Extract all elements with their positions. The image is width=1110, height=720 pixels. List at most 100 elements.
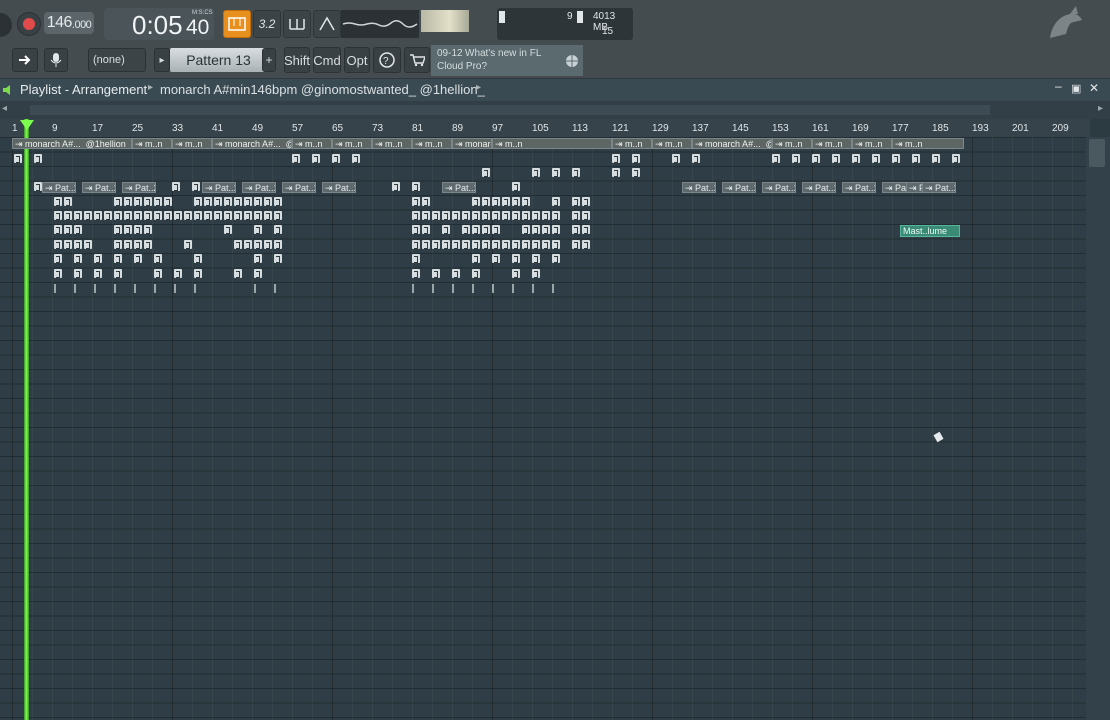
pattern-block[interactable] (124, 240, 132, 249)
pattern-marker[interactable] (472, 284, 474, 293)
pattern-block[interactable] (472, 254, 480, 263)
pattern-block[interactable] (392, 182, 400, 191)
pattern-block[interactable] (74, 240, 82, 249)
audio-clip[interactable]: ⇥ m..n_ (812, 138, 852, 149)
pattern-block[interactable] (54, 254, 62, 263)
pattern-clip[interactable]: ⇥ Pat..2 (122, 182, 156, 193)
pattern-block[interactable] (532, 168, 540, 177)
maximize-icon[interactable]: ▣ (1071, 82, 1081, 95)
pattern-block[interactable] (492, 240, 500, 249)
pattern-block[interactable] (542, 225, 550, 234)
pattern-block[interactable] (472, 269, 480, 278)
audio-clip[interactable]: ⇥ m..n_ (892, 138, 964, 149)
pattern-block[interactable] (254, 254, 262, 263)
pattern-block[interactable] (412, 254, 420, 263)
pattern-block[interactable] (422, 211, 430, 220)
pattern-block[interactable] (582, 211, 590, 220)
pattern-block[interactable] (64, 225, 72, 234)
pattern-block[interactable] (234, 240, 242, 249)
pattern-block[interactable] (422, 197, 430, 206)
pattern-block[interactable] (104, 211, 112, 220)
assistant-button[interactable]: ? (373, 47, 401, 73)
pattern-block[interactable] (194, 197, 202, 206)
pattern-block[interactable] (452, 269, 460, 278)
audio-clip[interactable]: ⇥ m..n_ (852, 138, 892, 149)
pattern-block[interactable] (672, 154, 680, 163)
audio-clip[interactable]: ⇥ monarch A#..._@1hellion_ (452, 138, 492, 149)
pattern-block[interactable] (852, 154, 860, 163)
pattern-block[interactable] (244, 197, 252, 206)
pattern-block[interactable] (932, 154, 940, 163)
pattern-clip[interactable]: ⇥ Pat..1 (202, 182, 236, 193)
pattern-block[interactable] (74, 225, 82, 234)
audio-clip[interactable]: ⇥ m..n_ (292, 138, 332, 149)
timeline-ruler[interactable]: 1 9 17 25 33 41 49 57 65 73 81 89 97 105 113 121 129 137 1… (0, 119, 1090, 137)
pattern-block[interactable] (94, 254, 102, 263)
pattern-block[interactable] (632, 154, 640, 163)
pattern-block[interactable] (224, 211, 232, 220)
pattern-block[interactable] (124, 225, 132, 234)
pattern-marker[interactable] (114, 284, 116, 293)
pattern-marker[interactable] (512, 284, 514, 293)
pattern-marker[interactable] (74, 284, 76, 293)
news-panel[interactable]: 09-12 What's new in FL Cloud Pro? (431, 45, 583, 76)
pattern-block[interactable] (164, 197, 172, 206)
pattern-marker[interactable] (274, 284, 276, 293)
playlist-titlebar[interactable]: Playlist - Arrangement ▸ monarch A#min14… (0, 79, 1110, 101)
pattern-clip[interactable]: ⇥ Pat..1 (42, 182, 76, 193)
pattern-block[interactable] (224, 197, 232, 206)
pattern-clip[interactable]: ⇥ Pat..1 (82, 182, 116, 193)
pattern-block[interactable] (552, 211, 560, 220)
pattern-block[interactable] (812, 154, 820, 163)
record-button[interactable] (17, 12, 41, 36)
audio-clip[interactable]: ⇥ monarch A#..._@1hellion_ (12, 138, 132, 149)
pattern-block[interactable] (512, 269, 520, 278)
pattern-block[interactable] (532, 211, 540, 220)
pattern-block[interactable] (442, 240, 450, 249)
pattern-block[interactable] (144, 197, 152, 206)
pattern-marker[interactable] (54, 284, 56, 293)
pattern-block[interactable] (552, 225, 560, 234)
audio-clip[interactable]: ⇥ m..n_ (332, 138, 372, 149)
pattern-block[interactable] (254, 240, 262, 249)
pattern-block[interactable] (572, 225, 580, 234)
pattern-block[interactable] (512, 197, 520, 206)
pattern-block[interactable] (144, 240, 152, 249)
pattern-clip[interactable]: ⇥ Pat..1 (802, 182, 836, 193)
pattern-block[interactable] (184, 240, 192, 249)
pattern-block[interactable] (164, 211, 172, 220)
pattern-block[interactable] (74, 254, 82, 263)
vertical-scroll-handle[interactable] (1089, 139, 1105, 167)
pattern-block[interactable] (114, 197, 122, 206)
pattern-block[interactable] (522, 197, 530, 206)
overview-scrollbar[interactable]: ◂ ▸ (0, 101, 1110, 119)
audio-clip[interactable]: ⇥ m..n_ (652, 138, 692, 149)
pattern-block[interactable] (84, 240, 92, 249)
overview-handle[interactable] (30, 105, 990, 115)
pattern-block[interactable] (512, 182, 520, 191)
pattern-block[interactable] (154, 254, 162, 263)
pattern-block[interactable] (94, 269, 102, 278)
pattern-marker[interactable] (412, 284, 414, 293)
pattern-block[interactable] (264, 211, 272, 220)
pattern-block[interactable] (114, 269, 122, 278)
pattern-marker[interactable] (134, 284, 136, 293)
vertical-scrollbar[interactable] (1086, 137, 1110, 720)
pattern-marker[interactable] (452, 284, 454, 293)
playlist-breadcrumb[interactable]: monarch A#min146bpm @ginomostwanted_ @1h… (160, 82, 485, 97)
pattern-block[interactable] (532, 269, 540, 278)
next-arrow-button[interactable] (12, 48, 38, 72)
pattern-block[interactable] (832, 154, 840, 163)
pattern-block[interactable] (154, 211, 162, 220)
pattern-block[interactable] (54, 225, 62, 234)
pattern-block[interactable] (572, 211, 580, 220)
pattern-block[interactable] (174, 269, 182, 278)
shop-button[interactable] (404, 47, 430, 73)
pattern-block[interactable] (154, 197, 162, 206)
pattern-block[interactable] (572, 197, 580, 206)
pattern-clip[interactable]: ⇥ Pat..1 (842, 182, 876, 193)
pattern-block[interactable] (184, 211, 192, 220)
pattern-block[interactable] (204, 211, 212, 220)
overview-arrow-right-icon[interactable]: ▸ (1098, 103, 1103, 114)
pattern-block[interactable] (482, 197, 490, 206)
